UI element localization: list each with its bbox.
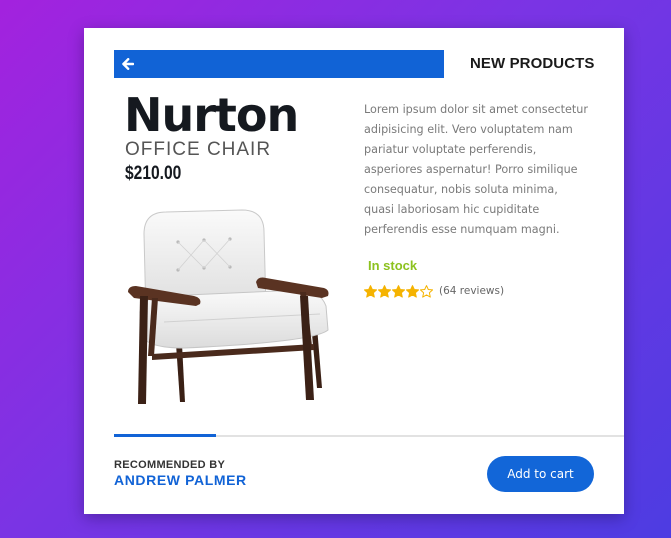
stock-status: In stock (368, 258, 418, 273)
office-chair-image (128, 209, 329, 404)
reviews-count[interactable]: (64 reviews) (439, 285, 504, 297)
star-empty-icon (420, 284, 433, 298)
star-filled-icon (392, 284, 405, 298)
star-filled-icon (364, 284, 377, 298)
back-button[interactable] (114, 50, 444, 78)
product-subtitle: OFFICE CHAIR (125, 139, 272, 160)
star-filled-icon (406, 284, 419, 298)
recommended-label: RECOMMENDED BY (114, 459, 226, 471)
add-to-cart-button[interactable]: Add to cart (487, 456, 594, 492)
recommender-name[interactable]: ANDREW PALMER (114, 472, 247, 488)
product-description: Lorem ipsum dolor sit amet consectetur a… (364, 103, 588, 236)
arrow-left-icon (122, 58, 134, 70)
section-title: NEW PRODUCTS (470, 55, 595, 72)
product-card: NEW PRODUCTS Nurton OFFICE CHAIR $210.00 (84, 28, 624, 514)
rating: (64 reviews) (364, 283, 504, 299)
product-name: Nurton (124, 88, 299, 142)
product-price: $210.00 (125, 163, 182, 184)
progress-fill (114, 434, 216, 437)
progress-track (114, 434, 624, 437)
star-rating (364, 284, 434, 298)
star-filled-icon (378, 284, 391, 298)
